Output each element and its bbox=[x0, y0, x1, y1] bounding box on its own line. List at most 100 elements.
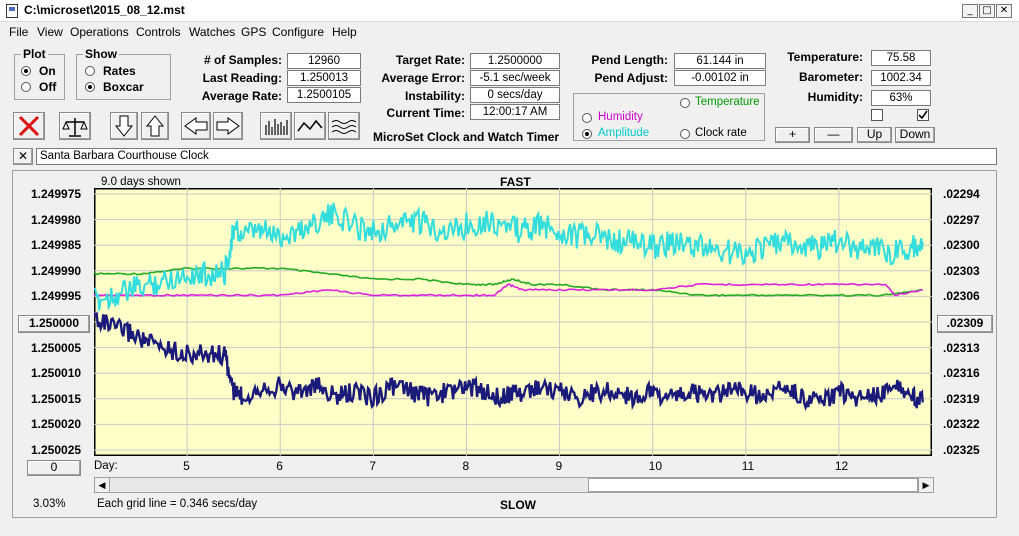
env-minus-button[interactable]: — bbox=[814, 127, 853, 143]
x-tick-label: 9 bbox=[555, 459, 563, 473]
y-left-tick-label: 1.250025 bbox=[31, 443, 82, 457]
env-checkbox-right[interactable] bbox=[917, 109, 929, 121]
stop-button[interactable] bbox=[13, 112, 45, 140]
scroll-right-arrow-icon[interactable]: ▶ bbox=[918, 478, 933, 492]
up-arrow-button[interactable] bbox=[141, 112, 169, 140]
clock-name-input[interactable]: Santa Barbara Courthouse Clock bbox=[36, 148, 997, 165]
average-rate-label: Average Rate: bbox=[201, 89, 282, 103]
y-right-tick-label: .02306 bbox=[943, 289, 980, 304]
target-rate-value[interactable]: 1.2500000 bbox=[470, 53, 560, 69]
arrow-left-icon bbox=[184, 117, 208, 135]
line-wave-icon bbox=[297, 119, 323, 132]
y-left-tick-label: 1.250010 bbox=[31, 366, 82, 381]
env-plus-button[interactable]: + bbox=[775, 127, 810, 143]
waves-icon bbox=[331, 120, 357, 134]
menu-controls[interactable]: Controls bbox=[136, 25, 181, 39]
bars-view-button[interactable] bbox=[260, 112, 292, 140]
slow-label: SLOW bbox=[500, 498, 536, 512]
maximize-button[interactable]: □ bbox=[979, 4, 995, 18]
bottom-reset-button[interactable]: 0 bbox=[27, 460, 81, 476]
plot-group-title: Plot bbox=[21, 47, 48, 61]
menu-view[interactable]: View bbox=[37, 25, 63, 39]
y-left-tick-label: 1.249985 bbox=[31, 238, 82, 253]
clock-rate-radio[interactable] bbox=[680, 129, 690, 139]
pend-length-value: 61.144 in bbox=[674, 53, 766, 69]
menu-operations[interactable]: Operations bbox=[70, 25, 129, 39]
y-left-tick-label: 1.249980 bbox=[31, 212, 82, 227]
menu-configure[interactable]: Configure bbox=[272, 25, 324, 39]
fast-label: FAST bbox=[500, 175, 531, 189]
y-right-tick-label: .02294 bbox=[943, 187, 980, 201]
minimize-button[interactable]: _ bbox=[962, 4, 978, 18]
menu-file[interactable]: File bbox=[9, 25, 28, 39]
samples-label: # of Samples: bbox=[203, 53, 282, 67]
close-window-button[interactable]: ✕ bbox=[996, 4, 1012, 18]
x-tick-label: 6 bbox=[276, 459, 283, 473]
left-reference-button[interactable]: 1.250000 bbox=[18, 315, 90, 333]
humidity-value: 63% bbox=[871, 90, 931, 106]
amplitude-option-label: Amplitude bbox=[598, 127, 650, 139]
y-left-tick-label: 1.249990 bbox=[31, 263, 82, 278]
temperature-radio[interactable] bbox=[680, 98, 690, 108]
right-arrow-button[interactable] bbox=[213, 112, 243, 140]
pend-length-label: Pend Length: bbox=[591, 53, 668, 67]
y-right-tick-label: .02313 bbox=[943, 340, 980, 355]
scroll-thumb[interactable] bbox=[588, 478, 918, 492]
down-arrow-button[interactable] bbox=[110, 112, 138, 140]
horizontal-scrollbar[interactable]: ◀ ▶ bbox=[94, 477, 934, 493]
left-arrow-button[interactable] bbox=[181, 112, 211, 140]
show-rates-label: Rates bbox=[103, 64, 136, 78]
barometer-value: 1002.34 bbox=[871, 70, 931, 86]
balance-button[interactable] bbox=[59, 112, 91, 140]
day-label: Day: bbox=[94, 460, 118, 472]
x-tick-label: 12 bbox=[834, 459, 849, 473]
env-checkbox-left[interactable] bbox=[871, 109, 883, 121]
scroll-left-arrow-icon[interactable]: ◀ bbox=[95, 478, 110, 492]
menu-watches[interactable]: Watches bbox=[189, 25, 235, 39]
plot-on-radio[interactable] bbox=[21, 66, 31, 76]
temperature-label: Temperature: bbox=[787, 50, 863, 64]
env-down-button[interactable]: Down bbox=[895, 127, 935, 143]
average-error-label: Average Error: bbox=[381, 71, 465, 85]
clear-name-button[interactable]: ✕ bbox=[13, 148, 33, 165]
temperature-value: 75.58 bbox=[871, 50, 931, 66]
y-right-tick-label: .02297 bbox=[943, 212, 980, 227]
y-left-tick-label: 1.249975 bbox=[31, 187, 82, 201]
right-reference-button[interactable]: .02309 bbox=[937, 315, 993, 333]
plot-off-radio[interactable] bbox=[21, 82, 31, 92]
show-rates-radio[interactable] bbox=[85, 66, 95, 76]
average-error-value: -5.1 sec/week bbox=[470, 70, 560, 86]
x-tick-label: 8 bbox=[462, 459, 470, 473]
amplitude-radio[interactable] bbox=[582, 129, 592, 139]
last-reading-value: 1.250013 bbox=[287, 70, 361, 86]
app-subtitle: MicroSet Clock and Watch Timer bbox=[373, 130, 560, 144]
smooth-view-button[interactable] bbox=[328, 112, 360, 140]
samples-value: 12960 bbox=[287, 53, 361, 69]
humidity-radio[interactable] bbox=[582, 113, 592, 123]
balance-scale-icon bbox=[62, 118, 88, 137]
average-rate-value: 1.2500105 bbox=[287, 87, 361, 103]
app-icon bbox=[6, 4, 18, 18]
env-up-button[interactable]: Up bbox=[857, 127, 892, 143]
plot-on-label: On bbox=[39, 64, 56, 78]
days-shown-label: 9.0 days shown bbox=[101, 176, 181, 188]
line-view-button[interactable] bbox=[294, 112, 326, 140]
show-boxcar-radio[interactable] bbox=[85, 82, 95, 92]
menu-help[interactable]: Help bbox=[332, 25, 357, 39]
x-tick-label: 11 bbox=[741, 459, 755, 473]
percent-label: 3.03% bbox=[33, 498, 66, 510]
y-right-tick-label: .02316 bbox=[943, 366, 980, 381]
plot-off-label: Off bbox=[39, 80, 57, 94]
y-right-tick-label: .02303 bbox=[943, 263, 980, 278]
y-left-tick-label: 1.250015 bbox=[31, 391, 82, 406]
clock-rate-option-label: Clock rate bbox=[695, 127, 747, 139]
y-right-tick-label: .02300 bbox=[943, 238, 980, 253]
barometer-label: Barometer: bbox=[798, 70, 863, 84]
window-title: C:\microset\2015_08_12.mst bbox=[24, 3, 185, 17]
menu-gps[interactable]: GPS bbox=[241, 25, 266, 39]
y-left-tick-label: 1.250005 bbox=[31, 340, 82, 355]
show-group-title: Show bbox=[83, 47, 119, 61]
y-right-tick-label: .02325 bbox=[943, 443, 980, 457]
humidity-option-label: Humidity bbox=[598, 111, 643, 123]
grid-note-label: Each grid line = 0.346 secs/day bbox=[97, 498, 258, 510]
